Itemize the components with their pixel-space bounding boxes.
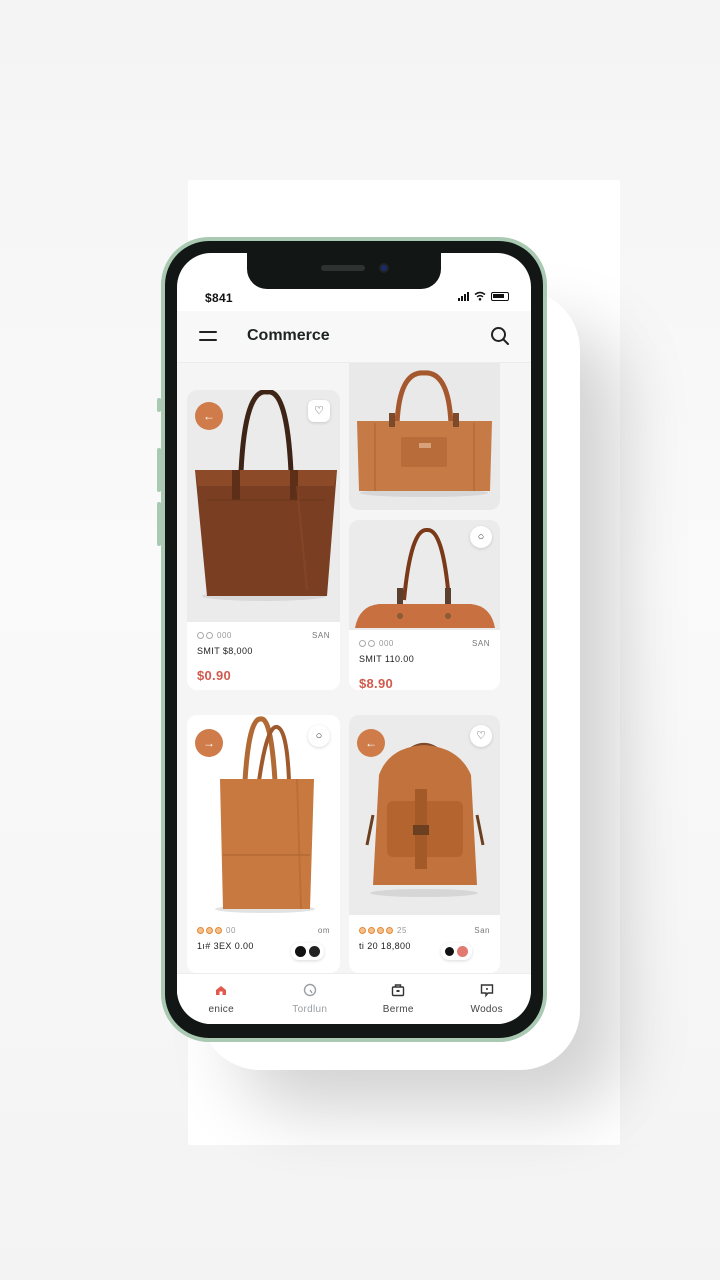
- product-grid: ← ♡ 000 SAN SMIT $8,000 $0.90 ○ 000 SAN …: [177, 363, 531, 973]
- product-card[interactable]: → ○ 00 om 1ı# 3EX 0.00: [187, 715, 340, 973]
- rating-text: 25: [397, 925, 407, 935]
- share-button[interactable]: ←: [357, 729, 385, 757]
- product-name: SMIT 110.00: [359, 654, 415, 664]
- nav-label: Berme: [382, 1004, 414, 1015]
- phone-bezel: $841 Commerce ← ♡ 000 SAN SMIT $8,000 $0…: [165, 241, 543, 1038]
- nav-label: enice: [208, 1004, 234, 1015]
- nav-label: Tordlun: [292, 1004, 328, 1015]
- nav-item-chat[interactable]: Wodos: [443, 974, 532, 1024]
- power-button: [543, 450, 547, 542]
- status-icons: [458, 291, 509, 301]
- product-meta: SAN: [312, 630, 330, 640]
- circle-icon[interactable]: ○: [308, 725, 330, 747]
- product-card[interactable]: ← ♡ 25 San ti 20 18,800: [349, 715, 500, 973]
- phone-screen: $841 Commerce ← ♡ 000 SAN SMIT $8,000 $0…: [177, 253, 531, 1024]
- mute-switch: [157, 398, 161, 412]
- page-title: Commerce: [247, 327, 330, 344]
- rating-text: 000: [379, 638, 394, 648]
- rating-dots: [359, 639, 375, 647]
- home-icon: [216, 986, 227, 995]
- rating-dots: [359, 926, 393, 934]
- nav-item-home[interactable]: enice: [177, 974, 266, 1024]
- nav-item-bag[interactable]: Berme: [354, 974, 443, 1024]
- product-meta: SAN: [472, 638, 490, 648]
- product-card[interactable]: ← ♡ 000 SAN SMIT $8,000 $0.90: [187, 390, 340, 690]
- heart-icon[interactable]: ♡: [470, 725, 492, 747]
- circle-icon[interactable]: ○: [470, 526, 492, 548]
- product-name: SMIT $8,000: [197, 646, 253, 656]
- rating-text: 00: [226, 925, 236, 935]
- rating-dots: [197, 926, 222, 934]
- app-header: Commerce: [177, 311, 531, 363]
- product-card[interactable]: [349, 363, 500, 510]
- status-time: $841: [205, 291, 233, 305]
- product-image: [349, 363, 500, 510]
- product-info: 000 SAN SMIT 110.00 $8.90: [349, 636, 500, 690]
- product-card[interactable]: ○ 000 SAN SMIT 110.00 $8.90: [349, 520, 500, 690]
- rating-text: 000: [217, 630, 232, 640]
- search-icon[interactable]: [489, 325, 511, 347]
- product-price: $0.90: [197, 668, 232, 683]
- refresh-icon: [303, 983, 316, 997]
- heart-icon[interactable]: ♡: [308, 400, 330, 422]
- nav-item-refresh[interactable]: Tordlun: [266, 974, 355, 1024]
- volume-up-button: [157, 448, 161, 492]
- phone-frame: $841 Commerce ← ♡ 000 SAN SMIT $8,000 $0…: [161, 237, 547, 1042]
- nav-label: Wodos: [470, 1004, 503, 1015]
- chat-icon: [480, 984, 493, 998]
- status-bar: $841: [177, 253, 531, 311]
- wifi-icon: [474, 291, 486, 301]
- share-button[interactable]: ←: [195, 402, 223, 430]
- signal-icon: [458, 291, 469, 301]
- product-info: 000 SAN SMIT $8,000 $0.90: [187, 628, 340, 683]
- color-swatches[interactable]: [291, 943, 324, 960]
- battery-icon: [491, 291, 509, 301]
- bottom-nav: enice Tordlun Berme Wodos: [177, 973, 531, 1024]
- handbag-image: [357, 370, 492, 497]
- bag-icon: [392, 984, 405, 997]
- color-swatches[interactable]: [441, 943, 472, 960]
- volume-down-button: [157, 502, 161, 546]
- menu-icon[interactable]: [199, 331, 217, 343]
- product-info: 25 San ti 20 18,800: [349, 923, 500, 951]
- product-meta: San: [474, 925, 490, 935]
- rating-dots: [197, 631, 213, 639]
- share-button[interactable]: →: [195, 729, 223, 757]
- product-meta: om: [317, 925, 330, 935]
- product-price: $8.90: [359, 676, 394, 690]
